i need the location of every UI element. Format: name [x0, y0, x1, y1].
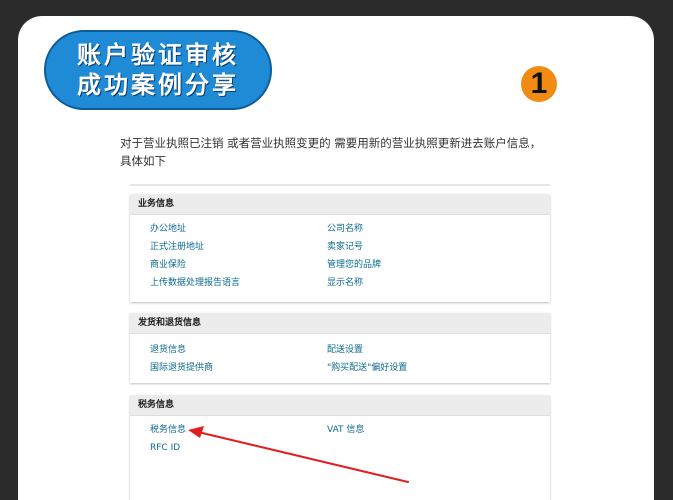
red-arrow-icon [188, 426, 409, 483]
slide-canvas: 账户验证审核 成功案例分享 1 对于营业执照已注销 或者营业执照变更的 需要用新… [18, 16, 654, 500]
